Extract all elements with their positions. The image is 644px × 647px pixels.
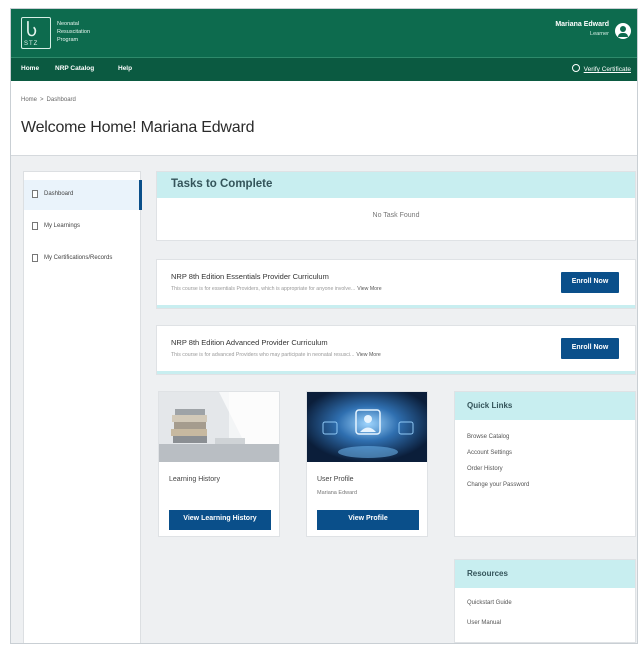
view-more-link[interactable]: View More	[356, 352, 380, 358]
nav-help[interactable]: Help	[118, 65, 132, 72]
logo-letters: STZ	[24, 41, 39, 47]
course-description-text: This course is for essentials Providers,…	[171, 286, 356, 292]
view-more-link[interactable]: View More	[357, 286, 381, 292]
no-task-message: No Task Found	[372, 212, 420, 219]
course-accent-bar	[157, 305, 635, 308]
user-profile-tile: User Profile Mariana Edward View Profile	[306, 391, 428, 537]
sidebar-item-label: My Learnings	[44, 223, 81, 229]
tile-title: User Profile	[317, 476, 354, 483]
view-profile-button[interactable]: View Profile	[317, 510, 419, 530]
sidebar-item-certifications[interactable]: My Certifications/Records	[24, 244, 142, 274]
user-profile-image	[307, 392, 427, 462]
certificate-icon	[571, 64, 580, 72]
tasks-panel: Tasks to Complete No Task Found	[156, 171, 636, 241]
course-description: This course is for advanced Providers wh…	[171, 352, 381, 358]
quick-link-change-password[interactable]: Change your Password	[467, 482, 529, 488]
profile-illustration	[307, 392, 427, 462]
sidebar-item-label: Dashboard	[44, 191, 74, 197]
books-illustration	[159, 392, 279, 462]
main-nav: Home NRP Catalog Help Verify Certificate	[11, 57, 637, 81]
course-card: NRP 8th Edition Advanced Provider Curric…	[156, 325, 636, 375]
verify-certificate-label: Verify Certificate	[583, 66, 631, 73]
learning-history-image	[159, 392, 279, 462]
nav-nrp-catalog[interactable]: NRP Catalog	[55, 65, 94, 72]
tile-title: Learning History	[169, 476, 220, 483]
course-description: This course is for essentials Providers,…	[171, 286, 382, 292]
quick-links-title: Quick Links	[455, 392, 635, 420]
course-title: NRP 8th Edition Advanced Provider Curric…	[171, 338, 328, 347]
document-icon	[32, 190, 38, 198]
breadcrumb-home[interactable]: Home	[21, 97, 37, 103]
resource-user-manual[interactable]: User Manual	[467, 620, 501, 626]
view-learning-history-button[interactable]: View Learning History	[169, 510, 271, 530]
sidebar-item-dashboard[interactable]: Dashboard	[24, 180, 142, 210]
user-name: Mariana Edward	[555, 21, 609, 28]
org-name-line: Program	[57, 37, 79, 43]
organization-name: Neonatal Resuscitation Program	[57, 20, 117, 44]
app-window: Ⴑ STZ Neonatal Resuscitation Program Mar…	[10, 8, 638, 644]
org-name-line: Neonatal	[57, 21, 80, 27]
resource-quickstart-guide[interactable]: Quickstart Guide	[467, 600, 512, 606]
page-title: Welcome Home! Mariana Edward	[21, 119, 255, 136]
breadcrumb: Home > Dashboard	[21, 97, 76, 103]
quick-link-order-history[interactable]: Order History	[467, 466, 503, 472]
breadcrumb-current: Dashboard	[46, 97, 76, 103]
enroll-now-button[interactable]: Enroll Now	[561, 338, 619, 359]
course-accent-bar	[157, 371, 635, 374]
organization-logo[interactable]: Ⴑ STZ	[21, 17, 51, 49]
quick-link-account-settings[interactable]: Account Settings	[467, 450, 512, 456]
logo-mark: Ⴑ	[26, 20, 38, 40]
document-icon	[32, 254, 38, 262]
verify-certificate-link[interactable]: Verify Certificate	[571, 64, 631, 73]
sidebar-item-label: My Certifications/Records	[44, 255, 113, 261]
quick-links-panel: Quick Links Browse Catalog Account Setti…	[454, 391, 636, 537]
course-description-text: This course is for advanced Providers wh…	[171, 352, 355, 358]
tasks-title: Tasks to Complete	[157, 172, 635, 198]
tile-subtitle: Mariana Edward	[317, 490, 358, 496]
resources-panel: Resources Quickstart Guide User Manual	[454, 559, 636, 643]
course-title: NRP 8th Edition Essentials Provider Curr…	[171, 272, 329, 281]
enroll-now-button[interactable]: Enroll Now	[561, 272, 619, 293]
org-name-line: Resuscitation	[57, 29, 91, 35]
resources-title: Resources	[455, 560, 635, 588]
top-header: Ⴑ STZ Neonatal Resuscitation Program Mar…	[11, 9, 637, 57]
document-icon	[32, 222, 38, 230]
quick-link-browse-catalog[interactable]: Browse Catalog	[467, 434, 509, 440]
user-role: Learner	[590, 31, 609, 37]
learning-history-tile: Learning History View Learning History	[158, 391, 280, 537]
course-card: NRP 8th Edition Essentials Provider Curr…	[156, 259, 636, 309]
sidebar: Dashboard My Learnings My Certifications…	[23, 171, 142, 643]
nav-home[interactable]: Home	[21, 65, 39, 72]
breadcrumb-separator: >	[40, 97, 44, 103]
avatar-icon[interactable]	[615, 23, 631, 39]
user-menu[interactable]: Mariana Edward Learner	[555, 21, 609, 37]
sidebar-item-my-learnings[interactable]: My Learnings	[24, 212, 142, 242]
